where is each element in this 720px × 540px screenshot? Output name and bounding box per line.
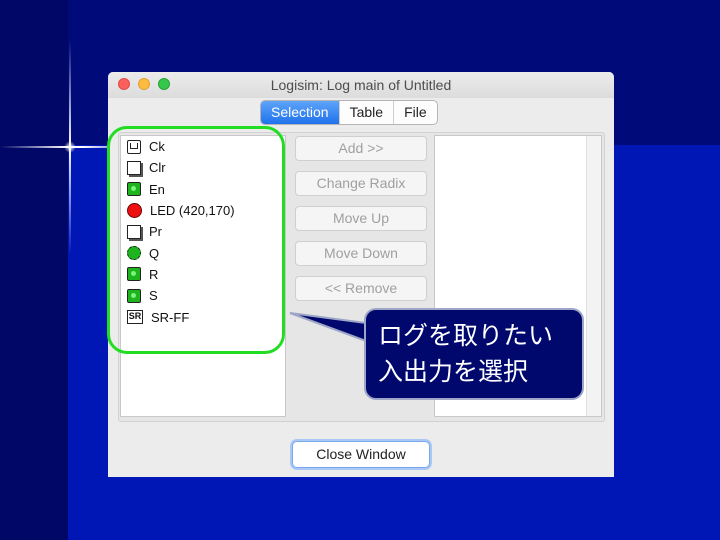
tab-bar: Selection Table File — [260, 100, 438, 125]
sparkle-icon — [64, 141, 76, 153]
title-bar[interactable]: Logisim: Log main of Untitled — [108, 72, 614, 98]
tab-table[interactable]: Table — [338, 101, 393, 124]
window-title: Logisim: Log main of Untitled — [270, 77, 452, 93]
annotation-line-1: ログを取りたい — [378, 322, 554, 350]
remove-button[interactable]: << Remove — [295, 276, 427, 301]
change-radix-button[interactable]: Change Radix — [295, 171, 427, 196]
action-buttons: Add >> Change Radix Move Up Move Down <<… — [295, 136, 427, 311]
callout-pointer — [289, 312, 367, 343]
close-window-button[interactable]: Close Window — [292, 441, 430, 468]
annotation-line-2: 入出力を選択 — [378, 358, 529, 386]
add-button[interactable]: Add >> — [295, 136, 427, 161]
background-left-stripe — [0, 0, 68, 540]
selected-list-scrollbar[interactable] — [586, 136, 601, 416]
annotation-callout: ログを取りたい 入出力を選択 — [364, 308, 584, 400]
move-up-button[interactable]: Move Up — [295, 206, 427, 231]
selection-highlight — [107, 126, 285, 354]
tab-selection[interactable]: Selection — [261, 101, 339, 124]
move-down-button[interactable]: Move Down — [295, 241, 427, 266]
tab-file[interactable]: File — [393, 101, 437, 124]
